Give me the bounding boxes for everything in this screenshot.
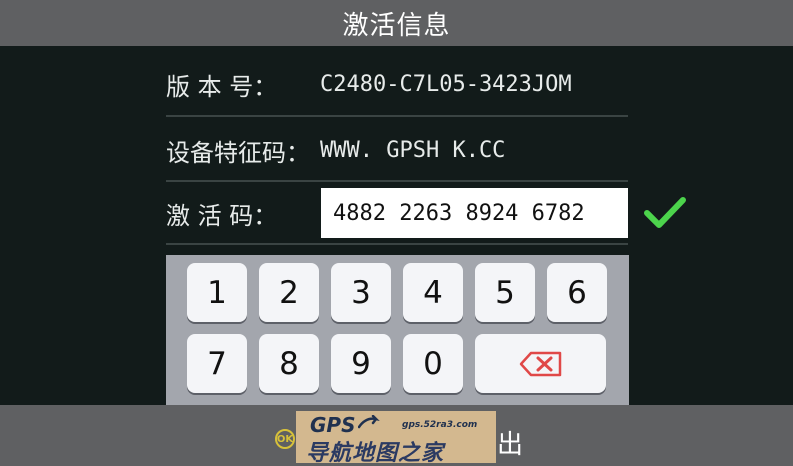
title-bar: 激活信息 bbox=[0, 0, 793, 46]
key-9[interactable]: 9 bbox=[331, 334, 391, 393]
version-row: 版 本 号： C2480-C7L05-3423JOM bbox=[166, 52, 628, 116]
key-0[interactable]: 0 bbox=[403, 334, 463, 393]
divider bbox=[166, 243, 628, 245]
activation-label: 激 活 码： bbox=[166, 201, 278, 230]
arrow-icon bbox=[358, 415, 380, 429]
version-value: C2480-C7L05-3423JOM bbox=[320, 71, 572, 97]
key-6[interactable]: 6 bbox=[547, 263, 607, 322]
device-id-row: 设备特征码： WWW. GPSH K.CC bbox=[166, 118, 628, 182]
numeric-keypad: 1 2 3 4 5 6 7 8 9 0 bbox=[166, 255, 629, 405]
key-2[interactable]: 2 bbox=[259, 263, 319, 322]
key-1[interactable]: 1 bbox=[187, 263, 247, 322]
activation-screen: 激活信息 版 本 号： C2480-C7L05-3423JOM 设备特征码： W… bbox=[0, 0, 793, 466]
key-8[interactable]: 8 bbox=[259, 334, 319, 393]
exit-button[interactable]: 出 bbox=[497, 424, 523, 461]
watermark-logo: GPS gps.52ra3.com 导航地图之家 bbox=[296, 411, 496, 463]
divider bbox=[166, 115, 628, 117]
version-label: 版 本 号： bbox=[166, 72, 278, 101]
watermark-brand: GPS bbox=[310, 413, 356, 437]
key-7[interactable]: 7 bbox=[187, 334, 247, 393]
key-4[interactable]: 4 bbox=[403, 263, 463, 322]
ok-icon[interactable]: OK bbox=[275, 429, 295, 449]
activation-code-input[interactable] bbox=[321, 188, 628, 238]
page-title: 激活信息 bbox=[342, 10, 451, 41]
key-5[interactable]: 5 bbox=[475, 263, 535, 322]
device-id-value: WWW. GPSH K.CC bbox=[320, 137, 506, 163]
backspace-button[interactable] bbox=[475, 334, 606, 393]
watermark-name: 导航地图之家 bbox=[306, 441, 445, 463]
confirm-check-icon[interactable] bbox=[644, 196, 686, 230]
watermark-url: gps.52ra3.com bbox=[402, 420, 478, 430]
key-3[interactable]: 3 bbox=[331, 263, 391, 322]
device-id-label: 设备特征码： bbox=[166, 138, 310, 167]
backspace-x-icon bbox=[519, 351, 561, 376]
